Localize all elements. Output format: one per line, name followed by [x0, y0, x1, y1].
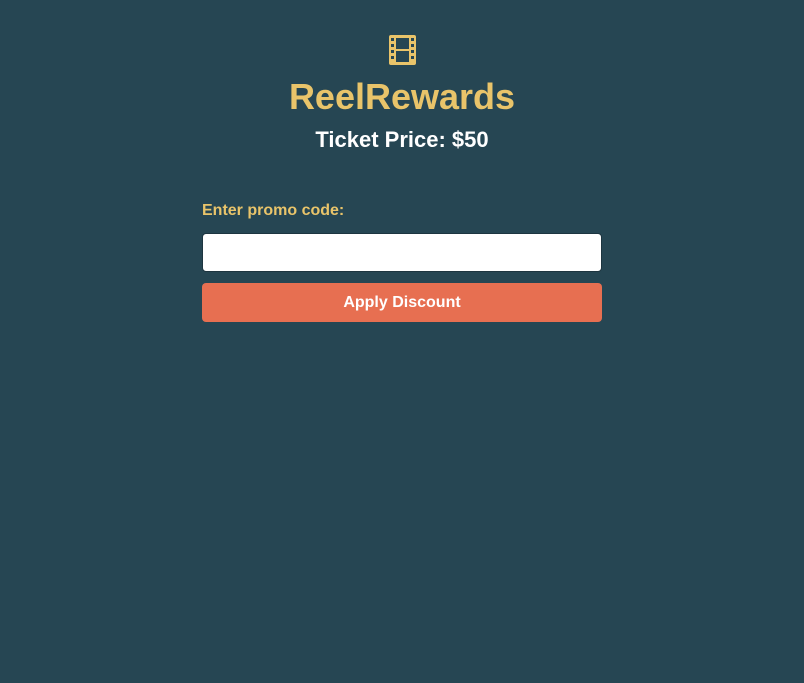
app-title: ReelRewards — [288, 76, 516, 117]
apply-discount-button[interactable]: Apply Discount — [202, 283, 602, 322]
app-container: ReelRewards Ticket Price: $50 Enter prom… — [0, 0, 804, 683]
promo-code-label: Enter promo code: — [202, 202, 345, 219]
promo-code-input[interactable] — [202, 233, 602, 272]
ticket-price: Ticket Price: $50 — [315, 127, 489, 152]
film-icon — [389, 35, 416, 65]
